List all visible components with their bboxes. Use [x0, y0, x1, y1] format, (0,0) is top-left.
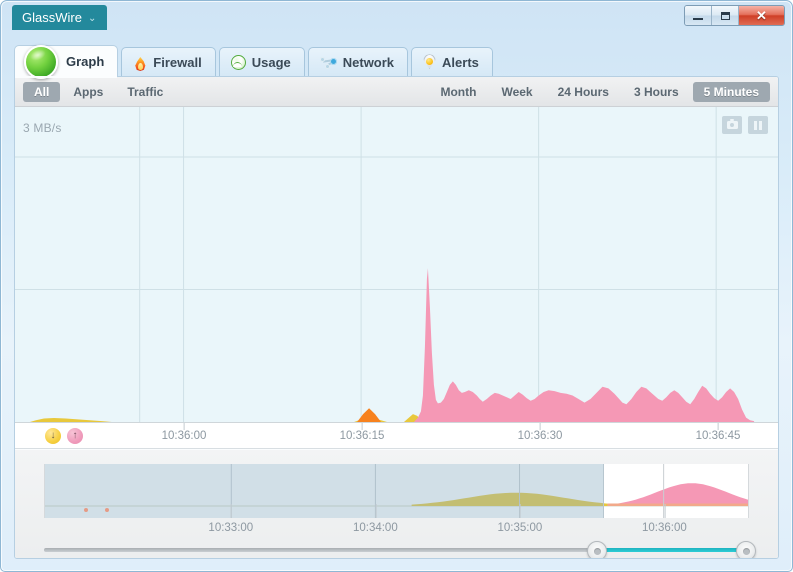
- main-tabs: Graph Firewall Usage Network Alerts: [14, 44, 779, 79]
- graph-toolbar: All Apps Traffic Month Week 24 Hours 3 H…: [15, 77, 778, 107]
- tab-usage[interactable]: Usage: [218, 47, 305, 77]
- camera-icon[interactable]: [722, 116, 742, 134]
- tab-graph[interactable]: Graph: [14, 44, 119, 79]
- range-month-button[interactable]: Month: [429, 82, 487, 102]
- tab-network-label: Network: [342, 55, 395, 70]
- chevron-down-icon: ⌄: [87, 13, 97, 24]
- range-week-button[interactable]: Week: [490, 82, 543, 102]
- maximize-icon: [720, 11, 730, 20]
- slider-handle-left[interactable]: [587, 541, 608, 558]
- filter-all-button[interactable]: All: [23, 81, 61, 102]
- window-controls: ✕: [684, 5, 785, 26]
- download-icon[interactable]: ↓: [45, 428, 61, 444]
- maximize-button[interactable]: [712, 6, 739, 25]
- tab-firewall[interactable]: Firewall: [121, 47, 216, 77]
- tab-network[interactable]: Network: [307, 47, 409, 77]
- minimize-icon: [693, 17, 703, 20]
- title-bar: GlassWire ⌄ ✕: [1, 1, 792, 37]
- close-icon: ✕: [756, 8, 767, 23]
- filter-apps-button[interactable]: Apps: [62, 82, 114, 102]
- range-5-minutes-button[interactable]: 5 Minutes: [692, 81, 770, 102]
- minimap-tick-label: 10:34:00: [353, 504, 398, 538]
- upload-icon[interactable]: ↑: [67, 428, 83, 444]
- green-sphere-icon: [24, 44, 58, 79]
- tab-alerts[interactable]: Alerts: [411, 47, 493, 77]
- range-24-hours-button[interactable]: 24 Hours: [547, 82, 620, 102]
- tab-firewall-label: Firewall: [153, 55, 202, 70]
- brand-label: GlassWire: [22, 10, 82, 25]
- pause-icon[interactable]: [748, 116, 768, 134]
- chart-legend: ↓ ↑: [45, 428, 83, 444]
- slider-handle-right[interactable]: [736, 541, 757, 558]
- chart-x-axis: ↓ ↑ 10:36:00 10:36:15 10:36:30 10:36:45: [15, 422, 778, 449]
- view-filter-group: All Apps Traffic: [23, 81, 174, 102]
- usage-circle-icon: [230, 55, 246, 70]
- x-tick-label: 10:36:45: [696, 423, 740, 449]
- slider-selected-range[interactable]: [597, 548, 747, 552]
- minimap-tick-label: 10:35:00: [497, 504, 542, 538]
- tab-usage-label: Usage: [251, 55, 291, 70]
- tab-graph-label: Graph: [66, 54, 105, 69]
- range-3-hours-button[interactable]: 3 Hours: [623, 82, 690, 102]
- tab-alerts-label: Alerts: [442, 55, 479, 70]
- timeline-minimap[interactable]: [44, 464, 749, 518]
- glasswire-window: GlassWire ⌄ ✕ Graph Firewall Usage Netwo…: [0, 0, 793, 572]
- time-range-group: Month Week 24 Hours 3 Hours 5 Minutes: [429, 81, 770, 102]
- graph-panel: All Apps Traffic Month Week 24 Hours 3 H…: [14, 76, 779, 559]
- flame-icon: [133, 54, 147, 71]
- minimap-tick-label: 10:36:00: [642, 504, 687, 538]
- alert-pin-icon: [423, 54, 436, 71]
- y-axis-label: 3 MB/s: [23, 121, 62, 135]
- chart-action-buttons: [722, 116, 768, 134]
- traffic-chart[interactable]: 3 MB/s: [15, 107, 778, 422]
- minimap-x-axis: 10:33:00 10:34:00 10:35:00 10:36:00: [44, 504, 749, 538]
- time-range-slider[interactable]: [44, 541, 757, 558]
- filter-traffic-button[interactable]: Traffic: [116, 82, 174, 102]
- x-tick-label: 10:36:00: [162, 423, 206, 449]
- brand-menu-button[interactable]: GlassWire ⌄: [12, 5, 108, 30]
- timeline-overview: 10:33:00 10:34:00 10:35:00 10:36:00: [15, 450, 778, 558]
- network-nodes-icon: [319, 55, 337, 70]
- minimize-button[interactable]: [685, 6, 712, 25]
- x-tick-label: 10:36:30: [518, 423, 562, 449]
- close-button[interactable]: ✕: [739, 6, 784, 25]
- minimap-tick-label: 10:33:00: [208, 504, 253, 538]
- traffic-chart-svg: [15, 107, 778, 422]
- x-tick-label: 10:36:15: [340, 423, 384, 449]
